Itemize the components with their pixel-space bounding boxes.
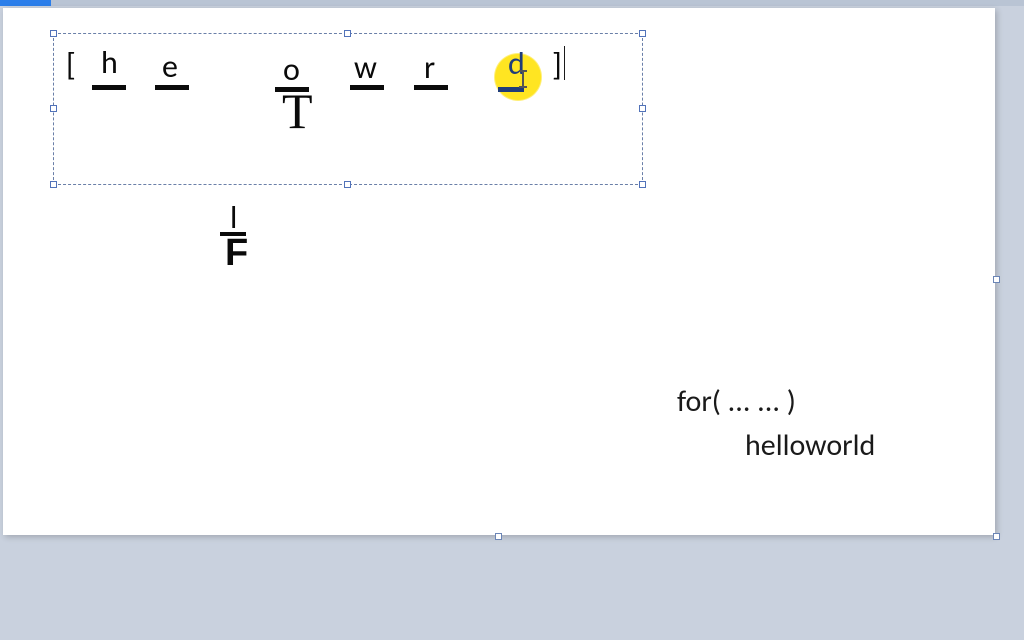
text-caret xyxy=(564,46,565,80)
array-letter-r: r xyxy=(424,52,435,84)
bracket-open: [ xyxy=(66,49,76,81)
resize-handle-top-middle[interactable] xyxy=(344,30,351,37)
pointer2-top-letter: l xyxy=(230,202,237,234)
code-line-helloworld: helloworld xyxy=(745,427,875,464)
array-letter-h: h xyxy=(101,47,118,79)
pointer2-glyph-letter: F xyxy=(225,232,248,274)
resize-handle-bottom-right[interactable] xyxy=(639,181,646,188)
array-letter-o: o xyxy=(283,54,300,86)
pointer2-glyph-strike xyxy=(220,232,246,236)
pointer2-glyph: F xyxy=(225,234,248,272)
resize-handle-middle-left[interactable] xyxy=(50,105,57,112)
code-line-for: for( ... ... ) xyxy=(677,383,796,420)
array-slot-bar xyxy=(92,85,126,90)
page-resize-handle-right[interactable] xyxy=(993,276,1000,283)
resize-handle-middle-right[interactable] xyxy=(639,105,646,112)
pointer-T-icon: T xyxy=(282,86,313,136)
array-slot-bar xyxy=(350,85,384,90)
selected-textbox[interactable]: [ ] h e o T w r d xyxy=(53,33,643,185)
resize-handle-bottom-middle[interactable] xyxy=(344,181,351,188)
resize-handle-top-right[interactable] xyxy=(639,30,646,37)
bracket-close: ] xyxy=(552,49,562,81)
text-cursor-icon xyxy=(522,72,524,86)
resize-handle-top-left[interactable] xyxy=(50,30,57,37)
window-chrome xyxy=(0,0,1024,6)
array-slot-bar xyxy=(414,85,448,90)
page-resize-handle-bottom[interactable] xyxy=(495,533,502,540)
array-letter-e: e xyxy=(162,51,178,83)
document-page[interactable]: [ ] h e o T w r d l F for( ... ... ) h xyxy=(3,8,995,535)
array-letter-w: w xyxy=(354,52,377,84)
array-slot-bar xyxy=(155,85,189,90)
page-resize-handle-bottom-right[interactable] xyxy=(993,533,1000,540)
resize-handle-bottom-left[interactable] xyxy=(50,181,57,188)
